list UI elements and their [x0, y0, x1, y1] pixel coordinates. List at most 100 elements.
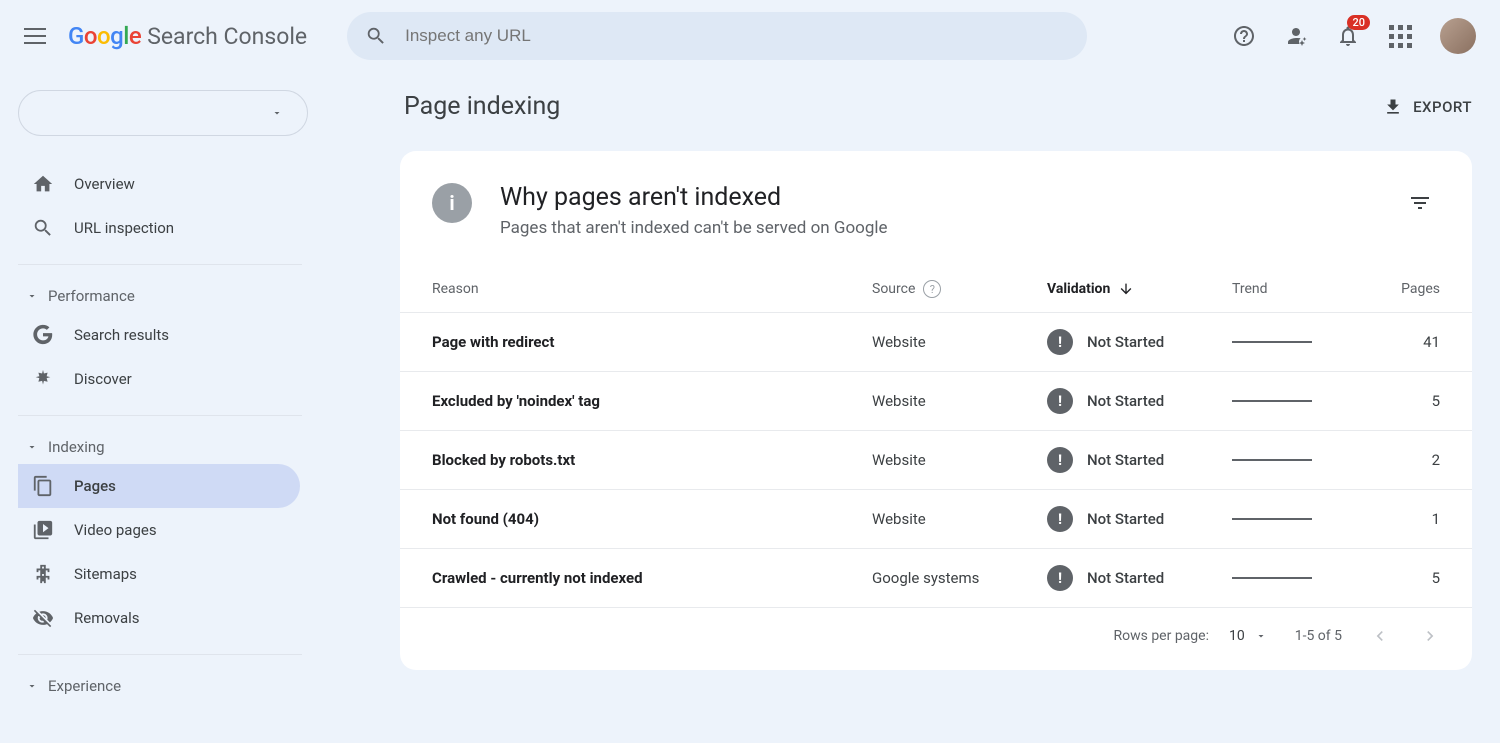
home-icon	[32, 173, 54, 195]
chevron-down-icon	[26, 441, 38, 453]
exclamation-icon: !	[1047, 388, 1073, 414]
sidebar: Overview URL inspection Performance Sear…	[0, 72, 310, 743]
rows-per-page-label: Rows per page:	[1113, 628, 1208, 644]
export-label: EXPORT	[1413, 98, 1472, 116]
sidebar-item-removals[interactable]: Removals	[18, 596, 300, 640]
trend-cell	[1232, 577, 1392, 579]
exclamation-icon: !	[1047, 506, 1073, 532]
main-content: Page indexing EXPORT i Why pages aren't …	[400, 72, 1472, 743]
google-g-icon	[32, 324, 54, 346]
sidebar-item-pages[interactable]: Pages	[18, 464, 300, 508]
column-header-reason[interactable]: Reason	[432, 281, 872, 297]
sidebar-group-experience[interactable]: Experience	[18, 669, 310, 703]
logo[interactable]: Google Search Console	[68, 22, 307, 50]
sidebar-item-search-results[interactable]: Search results	[18, 313, 300, 357]
arrow-down-icon	[1118, 281, 1134, 297]
table-row[interactable]: Excluded by 'noindex' tagWebsite!Not Sta…	[400, 372, 1472, 431]
reasons-card: i Why pages aren't indexed Pages that ar…	[400, 151, 1472, 670]
divider	[18, 264, 302, 265]
sidebar-item-sitemaps[interactable]: Sitemaps	[18, 552, 300, 596]
trend-sparkline	[1232, 400, 1312, 402]
card-subtitle: Pages that aren't indexed can't be serve…	[500, 218, 888, 238]
user-avatar[interactable]	[1440, 18, 1476, 54]
card-title: Why pages aren't indexed	[500, 183, 888, 212]
download-icon	[1383, 97, 1403, 117]
hamburger-menu-icon[interactable]	[24, 24, 48, 48]
sidebar-group-label: Experience	[48, 677, 121, 695]
reason-cell: Excluded by 'noindex' tag	[432, 392, 872, 410]
pagination-range: 1-5 of 5	[1295, 628, 1342, 644]
sidebar-item-label: Discover	[74, 370, 132, 388]
search-icon	[365, 25, 387, 47]
trend-cell	[1232, 518, 1392, 520]
table-row[interactable]: Crawled - currently not indexedGoogle sy…	[400, 549, 1472, 608]
info-icon: i	[432, 183, 472, 223]
validation-cell: !Not Started	[1047, 329, 1232, 355]
chevron-down-icon	[26, 290, 38, 302]
help-icon[interactable]: ?	[923, 280, 941, 298]
notifications-icon[interactable]: 20	[1336, 24, 1360, 48]
search-icon	[32, 217, 54, 239]
sidebar-item-label: Pages	[74, 477, 116, 495]
chevron-down-icon	[1255, 630, 1267, 642]
table-row[interactable]: Page with redirectWebsite!Not Started41	[400, 313, 1472, 372]
google-logo: Google	[68, 22, 141, 50]
exclamation-icon: !	[1047, 329, 1073, 355]
column-header-source[interactable]: Source ?	[872, 280, 1047, 298]
exclamation-icon: !	[1047, 447, 1073, 473]
sidebar-item-url-inspection[interactable]: URL inspection	[18, 206, 300, 250]
trend-cell	[1232, 341, 1392, 343]
filter-button[interactable]	[1400, 183, 1440, 227]
trend-cell	[1232, 459, 1392, 461]
reason-cell: Not found (404)	[432, 510, 872, 528]
star-burst-icon	[32, 368, 54, 390]
next-page-button[interactable]	[1420, 626, 1440, 646]
reason-cell: Page with redirect	[432, 333, 872, 351]
chevron-down-icon	[26, 680, 38, 692]
trend-sparkline	[1232, 459, 1312, 461]
pages-cell: 2	[1392, 451, 1440, 469]
source-cell: Website	[872, 510, 1047, 528]
video-pages-icon	[32, 519, 54, 541]
table-row[interactable]: Not found (404)Website!Not Started 1	[400, 490, 1472, 549]
sidebar-item-label: URL inspection	[74, 219, 174, 237]
sidebar-group-performance[interactable]: Performance	[18, 279, 310, 313]
help-icon[interactable]	[1232, 24, 1256, 48]
reason-cell: Crawled - currently not indexed	[432, 569, 872, 587]
sidebar-item-video-pages[interactable]: Video pages	[18, 508, 300, 552]
pages-icon	[32, 475, 54, 497]
validation-cell: !Not Started	[1047, 388, 1232, 414]
divider	[18, 415, 302, 416]
validation-cell: !Not Started	[1047, 506, 1232, 532]
manage-users-icon[interactable]	[1284, 24, 1308, 48]
sidebar-item-label: Removals	[74, 609, 140, 627]
sidebar-item-discover[interactable]: Discover	[18, 357, 300, 401]
exclamation-icon: !	[1047, 565, 1073, 591]
sidebar-item-label: Sitemaps	[74, 565, 137, 583]
url-inspect-search[interactable]	[347, 12, 1087, 60]
rows-per-page-select[interactable]: 10	[1229, 628, 1267, 644]
column-header-trend[interactable]: Trend	[1232, 281, 1392, 297]
table-footer: Rows per page: 10 1-5 of 5	[400, 608, 1472, 670]
validation-cell: !Not Started	[1047, 447, 1232, 473]
prev-page-button[interactable]	[1370, 626, 1390, 646]
search-input[interactable]	[405, 26, 1069, 46]
sidebar-item-label: Overview	[74, 175, 135, 193]
export-button[interactable]: EXPORT	[1383, 97, 1472, 117]
column-header-pages[interactable]: Pages	[1392, 281, 1440, 297]
table-row[interactable]: Blocked by robots.txtWebsite!Not Started…	[400, 431, 1472, 490]
apps-grid-icon[interactable]	[1388, 24, 1412, 48]
trend-sparkline	[1232, 341, 1312, 343]
trend-cell	[1232, 400, 1392, 402]
trend-sparkline	[1232, 518, 1312, 520]
property-selector[interactable]	[18, 90, 308, 136]
chevron-down-icon	[271, 107, 283, 119]
filter-list-icon	[1408, 191, 1432, 215]
sidebar-item-overview[interactable]: Overview	[18, 162, 300, 206]
sitemap-icon	[32, 563, 54, 585]
column-header-validation[interactable]: Validation	[1047, 281, 1232, 297]
sidebar-group-indexing[interactable]: Indexing	[18, 430, 310, 464]
pages-cell: 1	[1392, 510, 1440, 528]
trend-sparkline	[1232, 577, 1312, 579]
source-cell: Google systems	[872, 569, 1047, 587]
